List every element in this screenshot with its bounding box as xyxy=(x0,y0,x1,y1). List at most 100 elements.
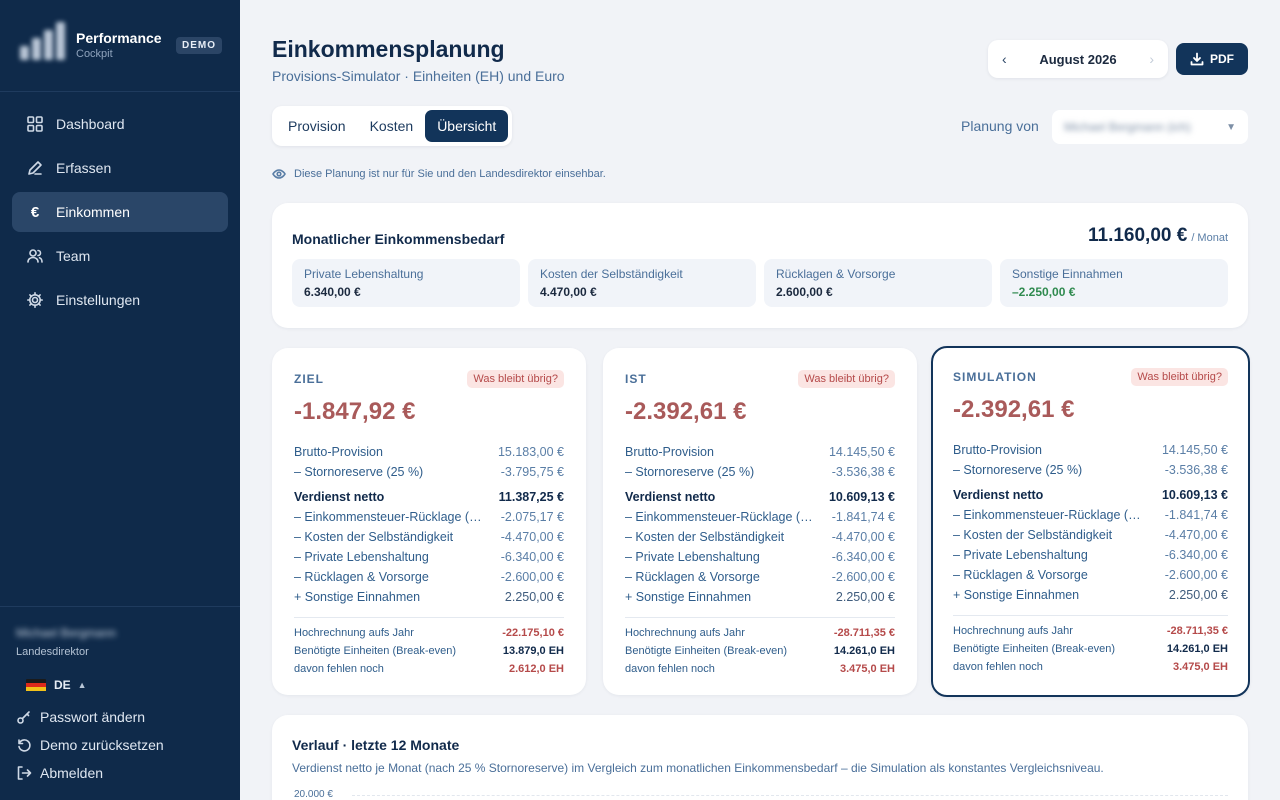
row-steuer: – Einkommensteuer-Rücklage (30 %) -1.841,… xyxy=(953,505,1228,525)
sidebar-item-einkommen[interactable]: € Einkommen xyxy=(12,192,228,232)
row-ruecklagen: – Rücklagen & Vorsorge -2.600,00 € xyxy=(294,567,564,587)
sidebar-divider xyxy=(0,606,240,607)
row-label: davon fehlen noch xyxy=(625,663,715,675)
gear-icon xyxy=(26,291,44,309)
sidebar-item-label: Einkommen xyxy=(56,204,130,220)
row-steuer: – Einkommensteuer-Rücklage (30 %) -1.841,… xyxy=(625,507,895,527)
sidebar-item-dashboard[interactable]: Dashboard xyxy=(12,104,228,144)
sidebar-item-label: Erfassen xyxy=(56,160,112,176)
row-divider xyxy=(953,615,1228,616)
page-title: Einkommensplanung xyxy=(272,36,505,62)
reset-demo-label: Demo zurücksetzen xyxy=(40,737,164,753)
row-value: 3.475,0 EH xyxy=(839,663,895,675)
pencil-icon xyxy=(26,159,44,177)
change-password-label: Passwort ändern xyxy=(40,709,146,725)
row-label: – Private Lebenshaltung xyxy=(625,550,760,564)
what-remains-button[interactable]: Was bleibt übrig? xyxy=(467,370,564,388)
row-value: -4.470,00 € xyxy=(831,530,895,544)
row-value: 11.387,25 € xyxy=(498,490,564,504)
pdf-export-button[interactable]: PDF xyxy=(1176,43,1248,75)
row-storno: – Stornoreserve (25 %) -3.536,38 € xyxy=(625,462,895,482)
row-label: – Einkommensteuer-Rücklage (30 %) xyxy=(625,510,815,524)
row-label: Benötigte Einheiten (Break-even) xyxy=(625,645,788,657)
row-value: 13.879,0 EH xyxy=(502,645,564,657)
row-brutto: Brutto-Provision 14.145,50 € xyxy=(625,442,895,462)
row-label: – Private Lebenshaltung xyxy=(294,550,429,564)
previous-month-button[interactable]: ‹ xyxy=(1002,51,1007,67)
row-brutto: Brutto-Provision 15.183,00 € xyxy=(294,442,564,462)
row-value: 2.612,0 EH xyxy=(508,663,564,675)
scenario-card-ist: IST Was bleibt übrig? -2.392,61 € Brutto… xyxy=(603,348,917,695)
row-sonstige: + Sonstige Einnahmen 2.250,00 € xyxy=(953,585,1228,605)
row-value: -2.075,17 € xyxy=(500,510,564,524)
sidebar-item-erfassen[interactable]: Erfassen xyxy=(12,148,228,188)
users-icon xyxy=(26,247,44,265)
row-value: 14.261,0 EH xyxy=(833,645,895,657)
row-label: Hochrechnung aufs Jahr xyxy=(294,627,414,639)
tab-uebersicht[interactable]: Übersicht xyxy=(425,110,509,142)
pdf-label: PDF xyxy=(1210,52,1234,66)
row-brutto: Brutto-Provision 14.145,50 € xyxy=(953,440,1228,460)
row-hochrechnung: Hochrechnung aufs Jahr -28.711,35 € xyxy=(953,622,1228,640)
sidebar-item-einstellungen[interactable]: Einstellungen xyxy=(12,280,228,320)
reset-icon xyxy=(18,739,31,752)
needs-tile-label: Rücklagen & Vorsorge xyxy=(776,267,896,281)
row-value: -22.175,10 € xyxy=(502,627,564,639)
scenario-label: SIMULATION xyxy=(953,370,1037,384)
monthly-needs-amount: 11.160,00 € xyxy=(1087,225,1188,246)
row-label: – Einkommensteuer-Rücklage (30 %) xyxy=(953,508,1143,522)
scenario-result: -2.392,61 € xyxy=(625,398,747,425)
needs-tile: Sonstige Einnahmen –2.250,00 € xyxy=(1000,259,1228,307)
row-privat: – Private Lebenshaltung -6.340,00 € xyxy=(625,547,895,567)
needs-tile: Kosten der Selbständigkeit 4.470,00 € xyxy=(528,259,756,307)
what-remains-button[interactable]: Was bleibt übrig? xyxy=(1131,368,1228,386)
row-sonstige: + Sonstige Einnahmen 2.250,00 € xyxy=(625,587,895,607)
sidebar-divider xyxy=(0,91,240,92)
planning-for-select[interactable]: Michael Bergmann (ich) ▼ xyxy=(1052,110,1248,144)
row-storno: – Stornoreserve (25 %) -3.795,75 € xyxy=(294,462,564,482)
row-label: Brutto-Provision xyxy=(294,445,383,459)
download-icon xyxy=(1190,52,1204,66)
planning-for-label: Planung von xyxy=(961,118,1039,134)
brand[interactable]: Performance Cockpit DEMO xyxy=(16,18,224,74)
what-remains-button[interactable]: Was bleibt übrig? xyxy=(798,370,895,388)
change-password-button[interactable]: Passwort ändern xyxy=(16,709,145,725)
row-value: -6.340,00 € xyxy=(1164,548,1228,562)
logout-button[interactable]: Abmelden xyxy=(16,765,103,781)
tab-provision[interactable]: Provision xyxy=(276,110,358,142)
row-value: -4.470,00 € xyxy=(500,530,564,544)
user-role: Landesdirektor xyxy=(16,646,89,658)
row-einheiten: Benötigte Einheiten (Break-even) 14.261,0… xyxy=(953,640,1228,658)
row-kosten: – Kosten der Selbständigkeit -4.470,00 € xyxy=(953,525,1228,545)
scenario-result: -2.392,61 € xyxy=(953,396,1075,423)
row-value: 15.183,00 € xyxy=(497,445,564,459)
row-value: 14.261,0 EH xyxy=(1166,643,1228,655)
scenario-breakdown: Brutto-Provision 15.183,00 € – Stornorese… xyxy=(294,442,564,678)
row-ruecklagen: – Rücklagen & Vorsorge -2.600,00 € xyxy=(625,567,895,587)
row-label: + Sonstige Einnahmen xyxy=(294,590,421,604)
scenario-card-ziel: ZIEL Was bleibt übrig? -1.847,92 € Brutt… xyxy=(272,348,586,695)
row-label: – Stornoreserve (25 %) xyxy=(294,465,424,479)
scenario-breakdown: Brutto-Provision 14.145,50 € – Stornorese… xyxy=(625,442,895,678)
row-label: – Rücklagen & Vorsorge xyxy=(625,570,760,584)
row-storno: – Stornoreserve (25 %) -3.536,38 € xyxy=(953,460,1228,480)
row-value: 14.145,50 € xyxy=(828,445,895,459)
next-month-button[interactable]: › xyxy=(1149,51,1154,67)
sidebar-item-team[interactable]: Team xyxy=(12,236,228,276)
chevron-down-icon: ▼ xyxy=(1226,121,1236,133)
monthly-needs-title: Monatlicher Einkommensbedarf xyxy=(292,231,505,247)
y-axis-tick: 20.000 € xyxy=(294,789,333,800)
language-selector[interactable]: DE ▲ xyxy=(26,678,87,692)
current-month[interactable]: August 2026 xyxy=(1039,52,1116,67)
row-value: 10.609,13 € xyxy=(1161,488,1228,502)
row-value: -2.600,00 € xyxy=(500,570,564,584)
row-value: -2.600,00 € xyxy=(1164,568,1228,582)
history-title: Verlauf · letzte 12 Monate xyxy=(292,737,460,753)
reset-demo-button[interactable]: Demo zurücksetzen xyxy=(16,737,164,753)
row-kosten: – Kosten der Selbständigkeit -4.470,00 € xyxy=(625,527,895,547)
row-value: 3.475,0 EH xyxy=(1172,661,1228,673)
needs-tile-value: 2.600,00 € xyxy=(776,285,833,299)
row-label: – Private Lebenshaltung xyxy=(953,548,1088,562)
tab-kosten[interactable]: Kosten xyxy=(358,110,426,142)
scenario-result: -1.847,92 € xyxy=(294,398,416,425)
